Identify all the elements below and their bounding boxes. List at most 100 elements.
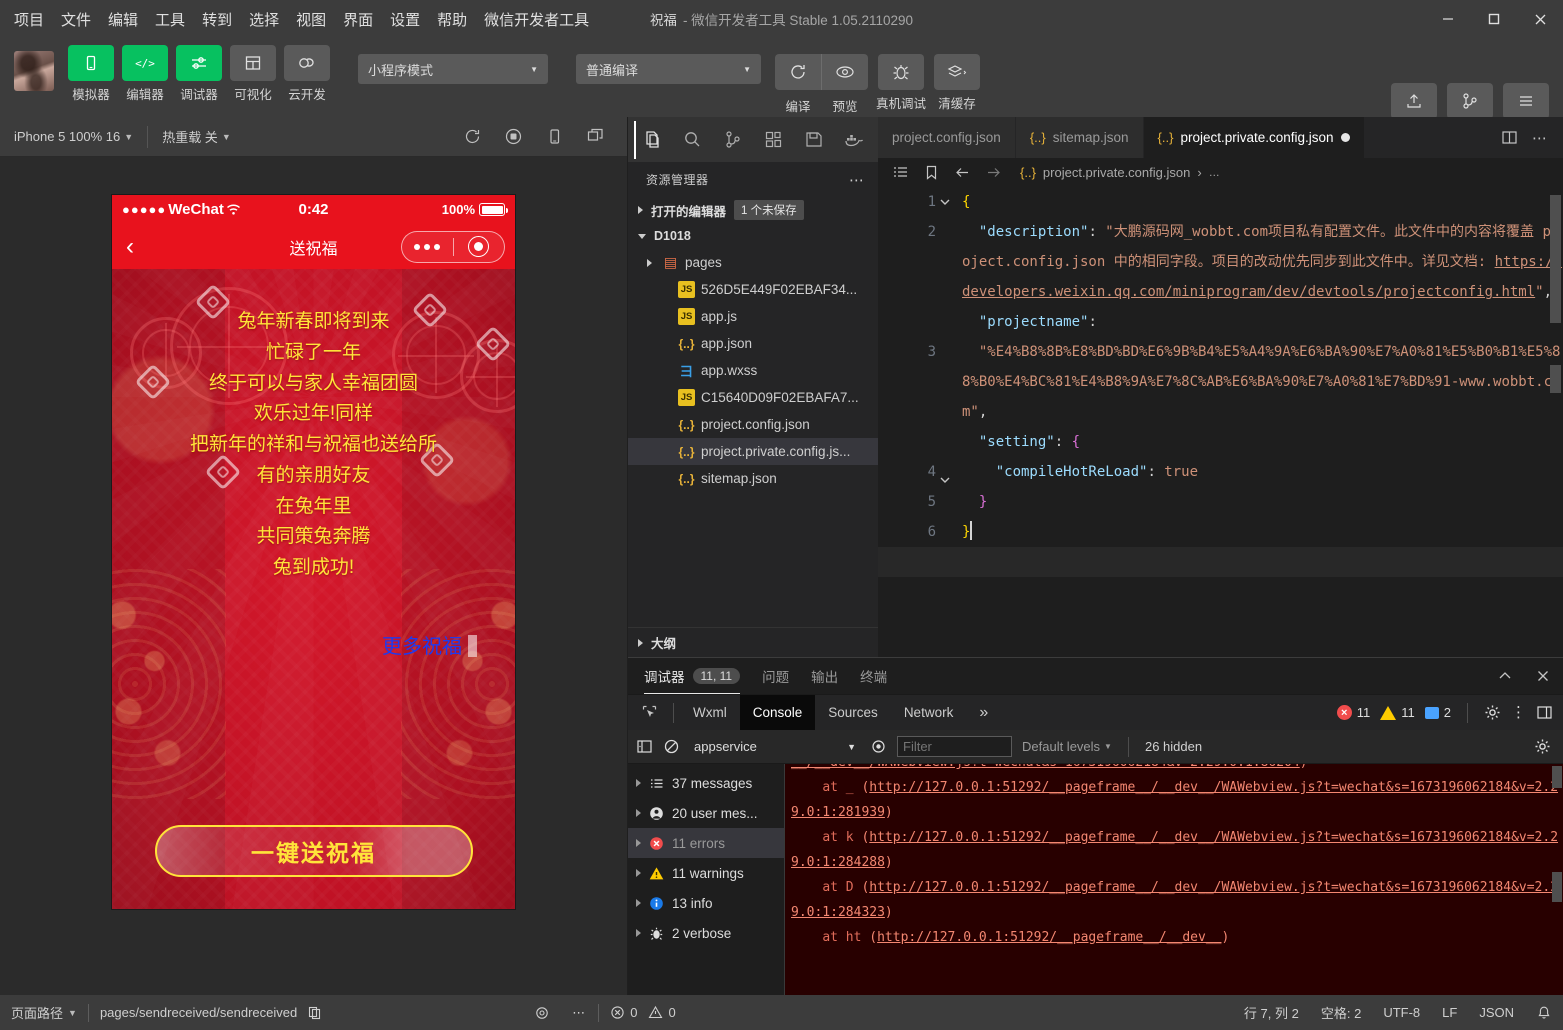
clear-cache-button[interactable]: [934, 54, 980, 90]
bookmark-icon[interactable]: [923, 164, 940, 181]
file-tree-item-7[interactable]: {..}project.private.config.js...: [628, 438, 878, 465]
console-filter-3[interactable]: 11 warnings: [628, 858, 784, 888]
ellipsis-icon[interactable]: ⋯: [849, 171, 866, 189]
chevron-up-icon[interactable]: [1497, 668, 1513, 684]
devtools-tab-sources[interactable]: Sources: [815, 695, 891, 731]
eye-icon[interactable]: [870, 738, 887, 755]
menu-item-5[interactable]: 选择: [249, 9, 279, 30]
cursor-position[interactable]: 行 7, 列 2: [1233, 995, 1310, 1030]
toolbar-button-4[interactable]: [284, 45, 330, 81]
version-control-button[interactable]: [1447, 83, 1493, 119]
toolbar-button-3[interactable]: [230, 45, 276, 81]
devtools-tab-wxml[interactable]: Wxml: [680, 695, 740, 731]
file-tree-item-2[interactable]: JSapp.js: [628, 303, 878, 330]
maximize-button[interactable]: [1471, 0, 1517, 38]
editor-scrollbar[interactable]: [1550, 191, 1561, 393]
language-mode[interactable]: JSON: [1468, 995, 1525, 1030]
menu-item-10[interactable]: 微信开发者工具: [484, 9, 589, 30]
fold-markers[interactable]: [936, 187, 954, 593]
fold-chevron-icon[interactable]: [936, 195, 954, 225]
compile-select[interactable]: 普通编译 ▼: [576, 54, 761, 84]
send-blessing-button[interactable]: 一键送祝福: [155, 825, 473, 877]
file-tree-item-3[interactable]: {..}app.json: [628, 330, 878, 357]
split-editor-icon[interactable]: [1501, 129, 1518, 146]
console-filter-0[interactable]: 37 messages: [628, 768, 784, 798]
console-scrollbar[interactable]: [1552, 766, 1562, 788]
stack-frame-url[interactable]: http://127.0.0.1:51292/__pageframe__/__d…: [791, 830, 1558, 870]
extensions-icon[interactable]: [755, 121, 791, 159]
console-filter-input[interactable]: [897, 736, 1012, 757]
page-path-value-item[interactable]: pages/sendreceived/sendreceived: [89, 995, 333, 1030]
file-tree-item-6[interactable]: {..}project.config.json: [628, 411, 878, 438]
save-icon[interactable]: [795, 121, 831, 159]
status-eye-icon[interactable]: [523, 995, 561, 1030]
stack-frame-url[interactable]: __/__dev__/WAWebview.js?t=wechat&s=16731…: [791, 764, 1300, 770]
status-ellipsis-icon[interactable]: ⋯: [561, 995, 598, 1030]
file-tree-item-1[interactable]: JS526D5E449F02EBAF34...: [628, 276, 878, 303]
status-error-warning[interactable]: 0 0: [599, 995, 686, 1030]
breadcrumb-tail[interactable]: …: [1209, 167, 1220, 179]
menu-item-9[interactable]: 帮助: [437, 9, 467, 30]
file-tree-item-4[interactable]: 彐app.wxss: [628, 357, 878, 384]
editor-tab-2[interactable]: {..}project.private.config.json: [1144, 117, 1365, 158]
breadcrumb-file[interactable]: project.private.config.json: [1043, 165, 1190, 180]
gear-icon[interactable]: [1484, 704, 1501, 721]
refresh-icon[interactable]: [463, 127, 482, 146]
menu-item-1[interactable]: 文件: [61, 9, 91, 30]
devtools-tab-network[interactable]: Network: [891, 695, 967, 731]
indent-setting[interactable]: 空格: 2: [1310, 995, 1372, 1030]
toolbar-button-1[interactable]: </>: [122, 45, 168, 81]
file-tree-item-5[interactable]: JSC15640D09F02EBAFA7...: [628, 384, 878, 411]
devtools-tab-console[interactable]: Console: [740, 695, 816, 731]
forward-arrow-icon[interactable]: [985, 164, 1002, 181]
encoding-setting[interactable]: UTF-8: [1372, 995, 1431, 1030]
outline-section[interactable]: 大纲: [628, 627, 878, 657]
menu-item-8[interactable]: 设置: [390, 9, 420, 30]
warning-count-badge[interactable]: 11: [1380, 705, 1415, 720]
source-control-icon[interactable]: [715, 121, 751, 159]
editor-tab-1[interactable]: {..}sitemap.json: [1016, 117, 1144, 158]
phone-icon[interactable]: [545, 127, 564, 146]
ellipsis-icon[interactable]: ⋯: [1532, 129, 1549, 147]
sidebar-toggle-icon[interactable]: [636, 738, 653, 755]
console-hidden-count[interactable]: 26 hidden: [1145, 739, 1202, 754]
record-icon[interactable]: [504, 127, 523, 146]
stack-frame-url[interactable]: http://127.0.0.1:51292/__pageframe__/__d…: [791, 780, 1558, 820]
real-device-debug-button[interactable]: [878, 54, 924, 90]
device-select[interactable]: iPhone 5 100% 16 ▼: [0, 117, 147, 157]
kebab-icon[interactable]: ⋮: [1511, 705, 1526, 720]
mode-select[interactable]: 小程序模式 ▼: [358, 54, 548, 84]
console-filter-2[interactable]: 11 errors: [628, 828, 784, 858]
toolbar-button-2[interactable]: [176, 45, 222, 81]
minimize-button[interactable]: [1425, 0, 1471, 38]
menu-item-2[interactable]: 编辑: [108, 9, 138, 30]
menu-item-7[interactable]: 界面: [343, 9, 373, 30]
chevron-double-right-icon[interactable]: »: [966, 695, 1001, 731]
console-settings-gear-icon[interactable]: [1534, 738, 1555, 755]
page-path-select[interactable]: 页面路径 ▼: [0, 995, 88, 1030]
toolbar-button-0[interactable]: [68, 45, 114, 81]
hot-reload-toggle[interactable]: 热重载 关 ▼: [148, 117, 245, 157]
docker-icon[interactable]: [836, 121, 872, 159]
bell-icon[interactable]: [1525, 995, 1563, 1030]
code-area[interactable]: 1234567{ "description": "大鹏源码网_wobbt.com…: [878, 187, 1563, 657]
file-tree-item-0[interactable]: ▤pages: [628, 249, 878, 276]
error-count-badge[interactable]: × 11: [1337, 705, 1371, 720]
copy-icon[interactable]: [307, 1005, 322, 1020]
fold-chevron-icon[interactable]: [936, 473, 954, 503]
menu-item-3[interactable]: 工具: [155, 9, 185, 30]
close-button[interactable]: [1517, 0, 1563, 38]
inspect-icon[interactable]: [632, 695, 667, 731]
project-root-section[interactable]: D1018: [628, 223, 878, 249]
eol-setting[interactable]: LF: [1431, 995, 1468, 1030]
multiscreen-icon[interactable]: [586, 127, 605, 146]
search-icon[interactable]: [674, 121, 710, 159]
more-blessing-link[interactable]: 更多祝福: [112, 630, 515, 659]
menu-item-6[interactable]: 视图: [296, 9, 326, 30]
avatar[interactable]: [14, 51, 54, 91]
panel-tab-problems[interactable]: 问题: [762, 658, 789, 694]
console-filter-5[interactable]: 2 verbose: [628, 918, 784, 948]
stack-frame-url[interactable]: http://127.0.0.1:51292/__pageframe__/__d…: [877, 930, 1221, 945]
stack-frame-url[interactable]: http://127.0.0.1:51292/__pageframe__/__d…: [791, 880, 1558, 920]
editor-tab-0[interactable]: project.config.json: [878, 117, 1016, 158]
